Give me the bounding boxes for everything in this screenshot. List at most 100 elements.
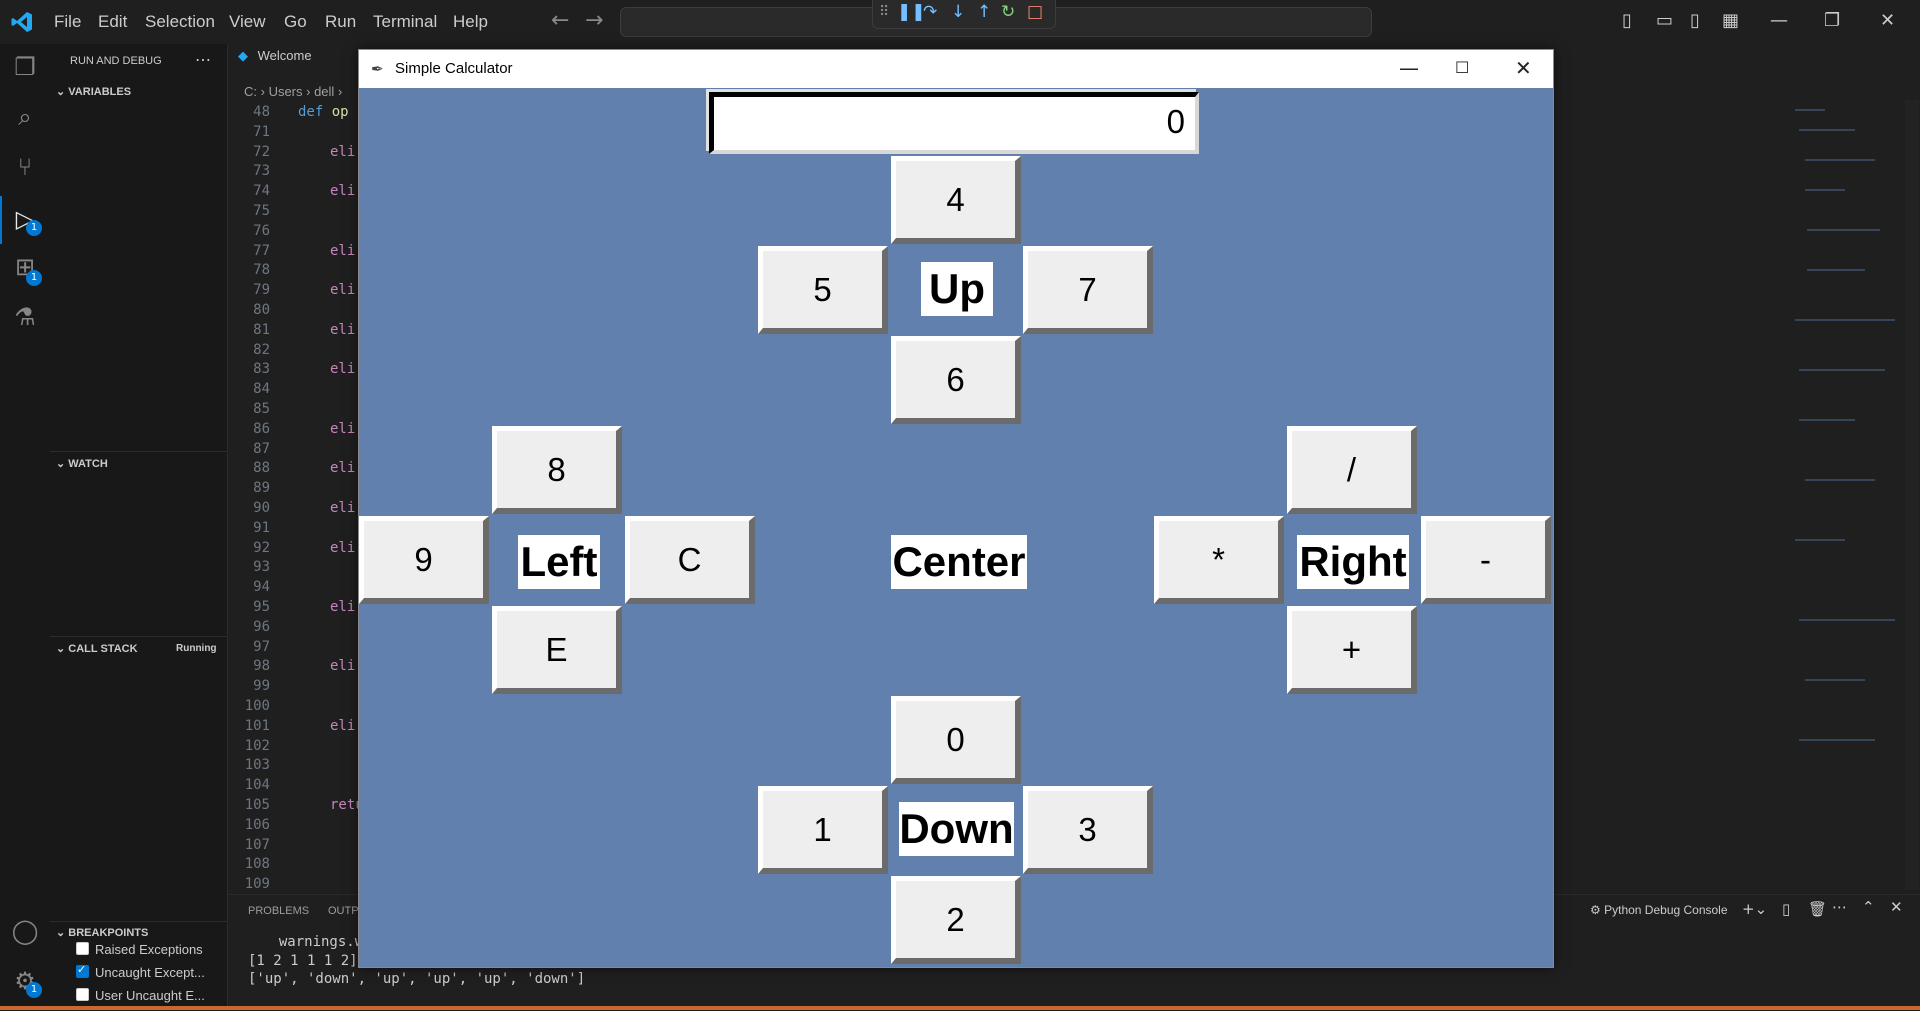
breakpoint-user-uncaught[interactable]: User Uncaught E... [76, 988, 205, 1003]
explorer-icon[interactable]: ❐ [10, 52, 40, 82]
toggle-sidebar-icon[interactable]: ▯ [1622, 10, 1632, 31]
toggle-secondary-sidebar-icon[interactable]: ▯ [1690, 10, 1700, 31]
editor-scrollbar[interactable] [1905, 100, 1919, 890]
accounts-icon[interactable]: ◯ [10, 916, 40, 946]
button-2[interactable]: 2 [891, 876, 1021, 964]
button-5[interactable]: 5 [758, 246, 888, 334]
split-terminal-icon[interactable]: ▯ [1782, 900, 1790, 918]
maximize-icon[interactable]: ❐ [1824, 10, 1840, 31]
breakpoint-raised-exceptions[interactable]: Raised Exceptions [76, 942, 203, 957]
pause-icon[interactable]: ❚❚ [897, 2, 926, 22]
checkbox[interactable] [76, 988, 89, 1001]
calc-maximize-icon[interactable]: ☐ [1455, 58, 1469, 77]
display-field[interactable]: 0 [709, 92, 1199, 154]
button-1[interactable]: 1 [758, 786, 888, 874]
minimize-icon[interactable]: — [1770, 10, 1788, 31]
call-stack-header[interactable]: ⌄ CALL STACK [56, 642, 138, 655]
more-actions-icon[interactable]: ⋯ [195, 50, 211, 70]
drag-handle-icon[interactable]: ⠿ [879, 4, 889, 20]
maximize-panel-icon[interactable]: ⌃ [1862, 898, 1875, 916]
python-debug-console-selector[interactable]: ⚙ Python Debug Console [1590, 903, 1728, 917]
step-over-icon[interactable]: ↷ [923, 2, 937, 22]
search-icon[interactable]: ⌕ [10, 102, 40, 132]
button-divide[interactable]: / [1287, 426, 1417, 514]
button-minus[interactable]: - [1421, 516, 1551, 604]
menu-terminal[interactable]: Terminal [373, 12, 437, 32]
menu-edit[interactable]: Edit [98, 12, 127, 32]
button-plus[interactable]: + [1287, 606, 1417, 694]
line-number: 71 [253, 123, 270, 140]
tab-output[interactable]: OUTP [328, 905, 359, 917]
checkbox-checked[interactable] [76, 963, 89, 978]
line-number: 80 [253, 302, 270, 318]
toggle-panel-icon[interactable]: ▭ [1656, 10, 1673, 31]
call-stack-status: Running [176, 643, 217, 654]
nav-back-icon[interactable]: ← [551, 8, 569, 33]
line-number: 104 [244, 777, 270, 794]
restart-icon[interactable]: ↻ [1001, 2, 1015, 22]
customize-layout-icon[interactable]: ▦ [1722, 10, 1739, 31]
step-out-icon[interactable]: ↑ [977, 2, 991, 22]
watch-header[interactable]: ⌄ WATCH [56, 457, 108, 470]
tab-problems[interactable]: PROBLEMS [248, 905, 309, 917]
display-value: 0 [1166, 103, 1185, 140]
code-elif-line: eli [330, 321, 356, 338]
close-icon[interactable]: ✕ [1880, 10, 1895, 31]
line-number: 89 [253, 480, 270, 497]
step-into-icon[interactable]: ↓ [951, 2, 965, 22]
button-8[interactable]: 8 [492, 426, 622, 514]
line-number: 105 [244, 797, 270, 813]
button-6[interactable]: 6 [891, 336, 1021, 424]
new-terminal-icon[interactable]: +⌄ [1742, 900, 1767, 918]
window-title: Simple Calculator [395, 60, 513, 77]
menu-help[interactable]: Help [453, 12, 488, 32]
source-control-icon[interactable]: ⑂ [10, 152, 40, 182]
button-0[interactable]: 0 [891, 696, 1021, 784]
line-number: 81 [253, 321, 270, 338]
line-number: 90 [253, 500, 270, 516]
calc-minimize-icon[interactable]: — [1399, 56, 1419, 80]
line-number: 109 [244, 876, 270, 893]
menu-view[interactable]: View [229, 12, 266, 32]
more-icon[interactable]: ⋯ [1832, 898, 1847, 916]
testing-icon[interactable]: ⚗ [10, 302, 40, 332]
button-4[interactable]: 4 [891, 156, 1021, 244]
calc-close-icon[interactable]: ✕ [1515, 56, 1532, 80]
button-3[interactable]: 3 [1023, 786, 1153, 874]
activity-bar: ❐ ⌕ ⑂ ▷ 1 ⊞ 1 ⚗ ◯ ⚙ 1 [0, 44, 51, 1010]
line-number: 101 [244, 717, 270, 734]
line-number: 79 [253, 282, 270, 299]
button-9[interactable]: 9 [359, 516, 489, 604]
label-left: Left [518, 535, 600, 589]
stop-icon[interactable]: □ [1027, 2, 1043, 22]
button-c[interactable]: C [625, 516, 755, 604]
breadcrumb: C: › Users › dell › [244, 84, 343, 99]
line-number: 72 [253, 143, 270, 160]
menu-file[interactable]: File [54, 12, 81, 32]
breakpoints-header[interactable]: ⌄ BREAKPOINTS [56, 926, 148, 939]
button-multiply[interactable]: * [1154, 516, 1284, 604]
minimap[interactable] [1785, 100, 1905, 800]
calculator-title-bar[interactable]: ✒ Simple Calculator — ☐ ✕ [359, 50, 1553, 88]
debug-badge: 1 [26, 220, 42, 236]
checkbox[interactable] [76, 942, 89, 955]
code-def-line: def op [298, 104, 349, 120]
nav-forward-icon[interactable]: → [585, 8, 603, 33]
code-elif-line: eli [330, 361, 356, 378]
variables-header[interactable]: ⌄ VARIABLES [56, 85, 131, 98]
title-bar: File Edit Selection View Go Run Terminal… [0, 0, 1920, 45]
close-panel-icon[interactable]: ✕ [1890, 898, 1903, 916]
menu-run[interactable]: Run [325, 12, 356, 32]
status-bar [0, 1006, 1920, 1010]
menu-selection[interactable]: Selection [145, 12, 215, 32]
line-number: 97 [253, 638, 270, 655]
menu-go[interactable]: Go [284, 12, 307, 32]
line-number: 78 [253, 262, 270, 279]
button-e[interactable]: E [492, 606, 622, 694]
kill-terminal-icon[interactable]: 🗑 [1808, 900, 1827, 918]
breakpoint-uncaught-exceptions[interactable]: Uncaught Except... [76, 963, 205, 980]
feather-icon: ✒ [371, 60, 384, 78]
line-number: 75 [253, 203, 270, 219]
button-7[interactable]: 7 [1023, 246, 1153, 334]
tab-welcome[interactable]: ◆ Welcome [228, 48, 348, 78]
